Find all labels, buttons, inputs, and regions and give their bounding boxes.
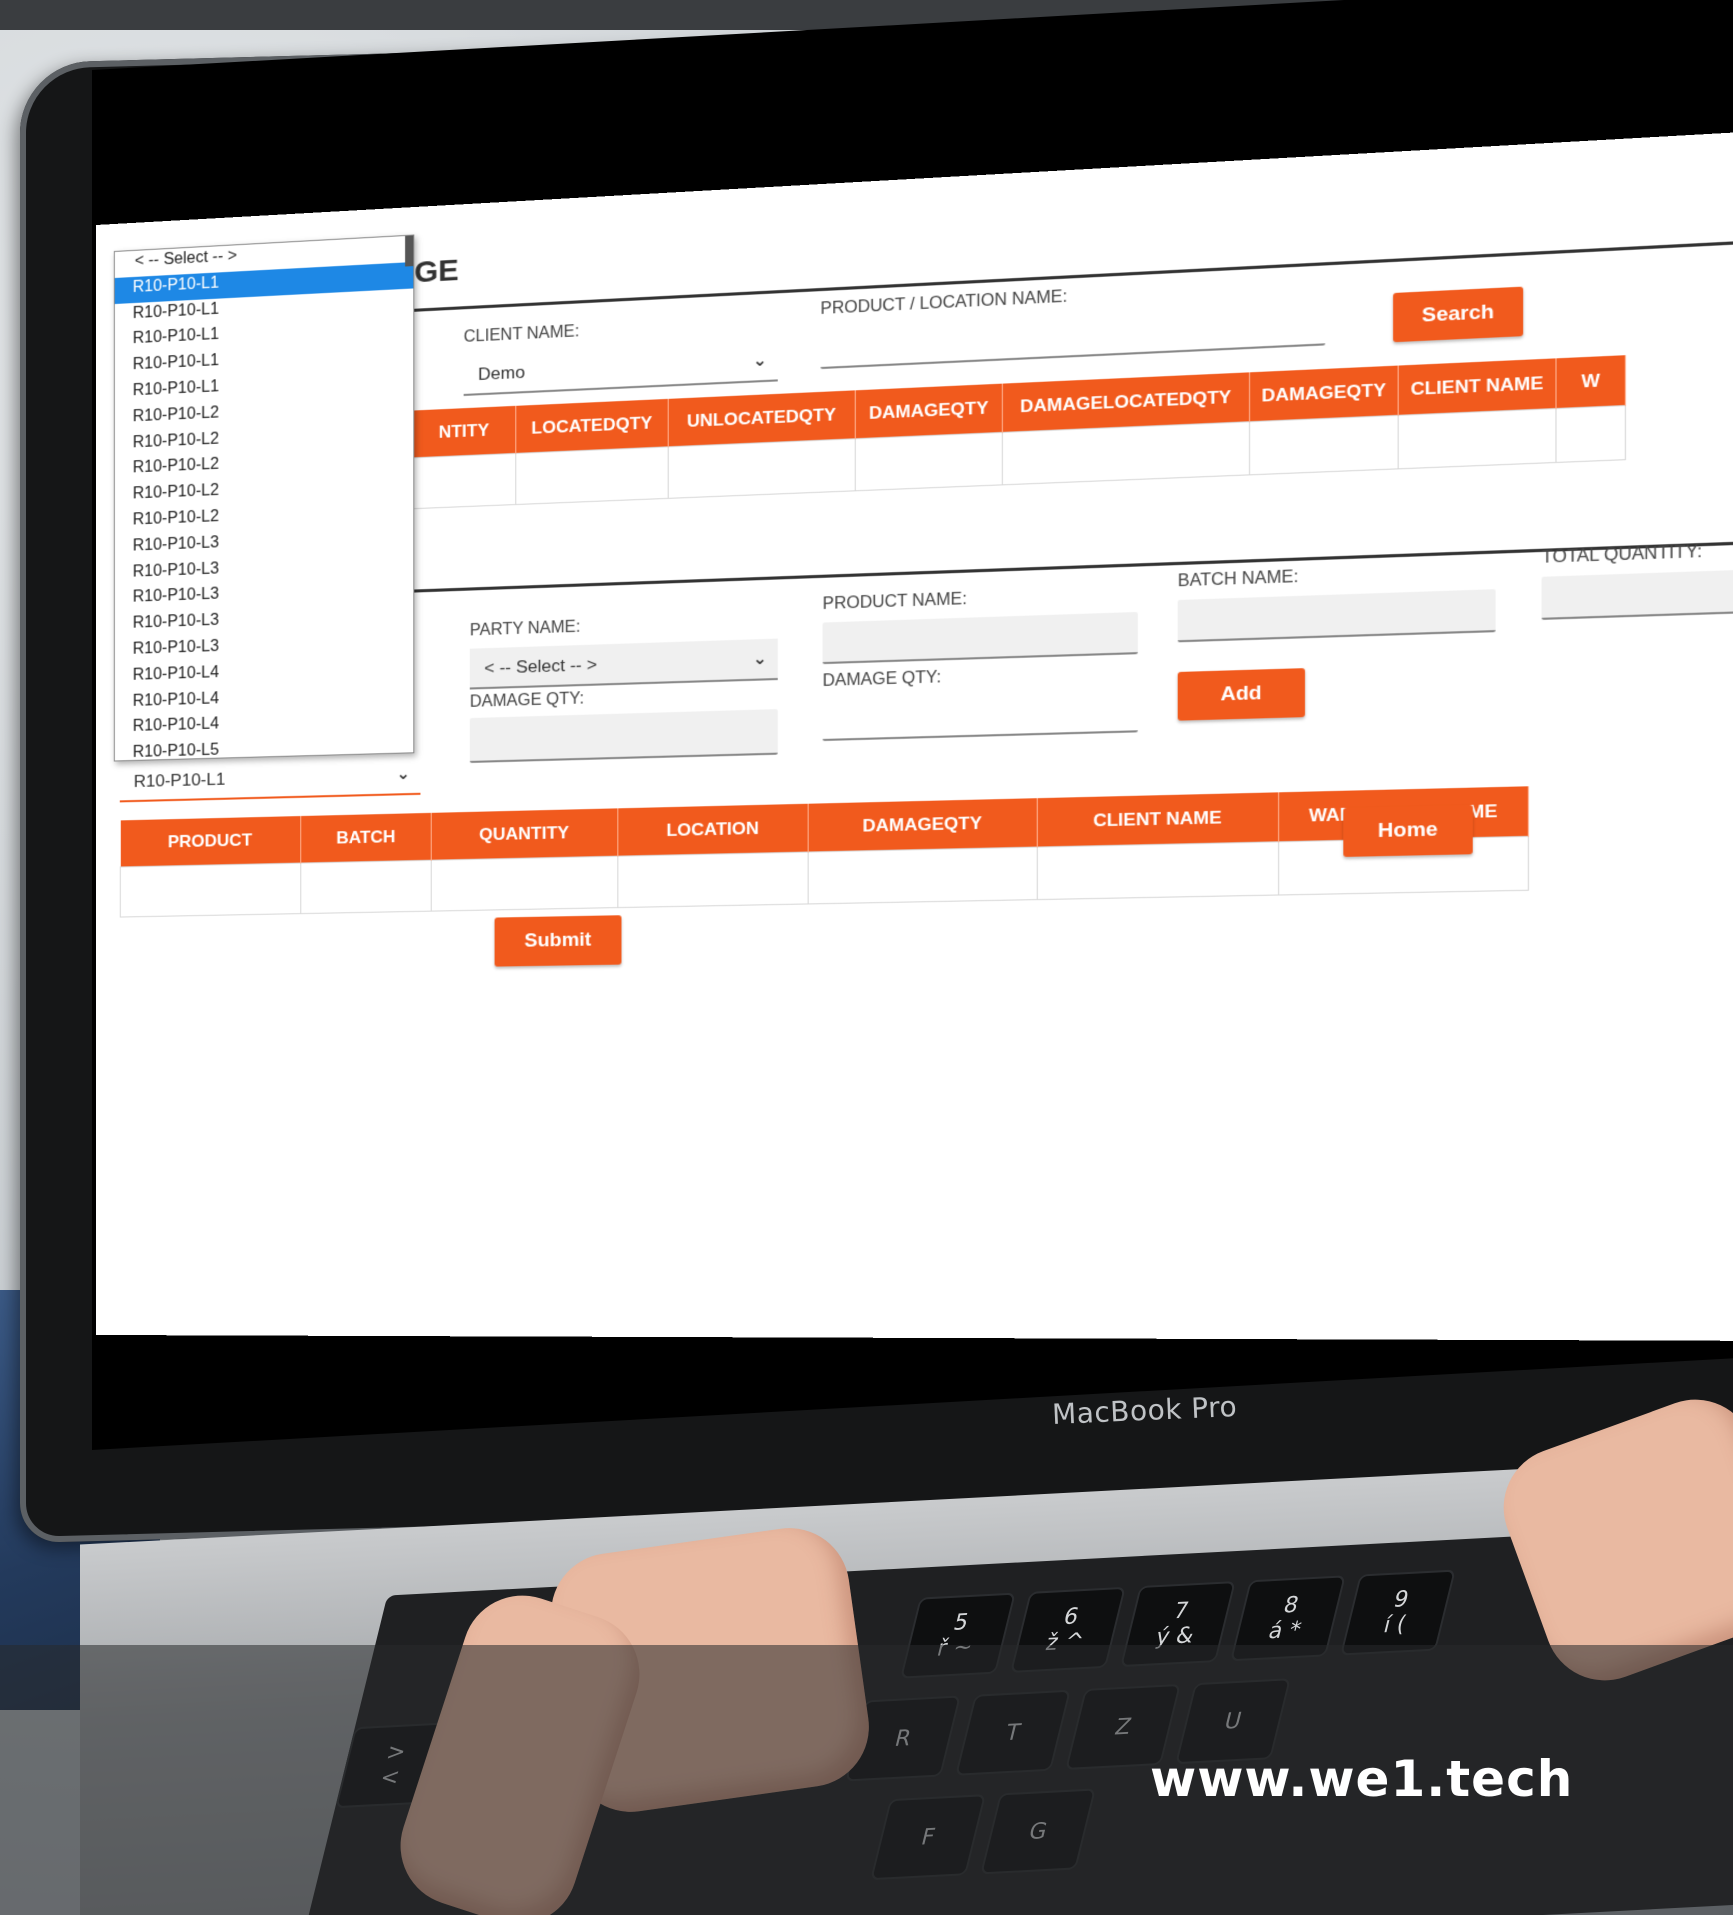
table-cell [1555, 404, 1626, 462]
table-cell [1398, 407, 1556, 469]
column-header: LOCATEDQTY [515, 398, 669, 453]
table-cell [855, 431, 1003, 491]
table-cell [617, 851, 809, 908]
column-header: DAMAGEQTY [855, 383, 1003, 439]
product-name-input[interactable] [822, 611, 1138, 665]
location-dropdown-list[interactable]: < -- Select -- > R10-P10-L1 R10-P10-L1 R10-… [113, 234, 415, 762]
dropdown-scrollbar[interactable] [405, 235, 414, 267]
batch-name-label: BATCH NAME: [1177, 568, 1299, 591]
column-header: LOCATION [617, 803, 809, 856]
location-select[interactable]: R10-P10-L1 ⌄ [119, 754, 421, 803]
chevron-down-icon: ⌄ [752, 650, 768, 669]
batch-name-input[interactable] [1177, 589, 1496, 643]
website-watermark: www.we1.tech [1150, 1750, 1574, 1808]
table-cell [431, 855, 618, 911]
search-button[interactable]: Search [1393, 286, 1524, 343]
total-quantity-input[interactable] [1541, 565, 1733, 620]
column-header: CLIENT NAME [1037, 792, 1279, 847]
party-name-label: PARTY NAME: [469, 618, 581, 640]
column-header: DAMAGEQTY [1249, 365, 1399, 422]
table-cell [412, 452, 516, 509]
table-cell [300, 859, 432, 914]
damage-qty-input[interactable] [469, 709, 778, 763]
client-name-label: CLIENT NAME: [463, 322, 580, 347]
page-title: GE [414, 253, 459, 290]
total-quantity-label: TOTAL QUANTITY: [1541, 542, 1703, 568]
column-header: UNLOCATEDQTY [668, 390, 856, 447]
column-header: CLIENT NAME [1398, 358, 1556, 415]
column-header: QUANTITY [431, 808, 618, 860]
home-button[interactable]: Home [1343, 804, 1473, 857]
keyboard-key: 9 í ( [1339, 1569, 1456, 1656]
column-header: BATCH [300, 812, 432, 863]
column-header: DAMAGEQTY [808, 798, 1038, 852]
app-screen: GE CLIENT NAME: Demo ⌄ PRODUCT / LOCATIO… [96, 120, 1733, 1342]
damage-items-table: PRODUCT BATCH QUANTITY LOCATION DAMAGEQTY CLI… [120, 786, 1529, 917]
table-cell [1037, 841, 1279, 900]
column-header: W [1555, 355, 1626, 408]
section-divider [414, 534, 1733, 593]
location-value: R10-P10-L1 [133, 769, 226, 792]
client-name-select[interactable]: Demo ⌄ [463, 339, 778, 396]
table-cell [808, 846, 1038, 904]
chevron-down-icon: ⌄ [752, 351, 768, 371]
damage-qty-label-2: DAMAGE QTY: [822, 668, 942, 691]
party-name-select[interactable]: < -- Select -- > ⌄ [469, 638, 778, 690]
damage-qty-label: DAMAGE QTY: [469, 690, 585, 711]
damage-qty-input-2[interactable] [822, 690, 1138, 742]
chevron-down-icon: ⌄ [396, 765, 411, 784]
party-name-value: < -- Select -- > [484, 654, 598, 678]
column-header: PRODUCT [120, 816, 301, 867]
table-cell [515, 446, 669, 505]
column-header: NTITY [412, 405, 516, 458]
table-cell [120, 862, 301, 917]
product-name-label: PRODUCT NAME: [822, 590, 967, 614]
client-name-value: Demo [478, 362, 525, 385]
table-cell [1002, 421, 1250, 485]
submit-button[interactable]: Submit [494, 915, 622, 967]
add-button[interactable]: Add [1177, 668, 1306, 721]
table-cell [1249, 414, 1399, 475]
product-location-label: PRODUCT / LOCATION NAME: [820, 288, 1068, 319]
table-cell [668, 438, 856, 498]
